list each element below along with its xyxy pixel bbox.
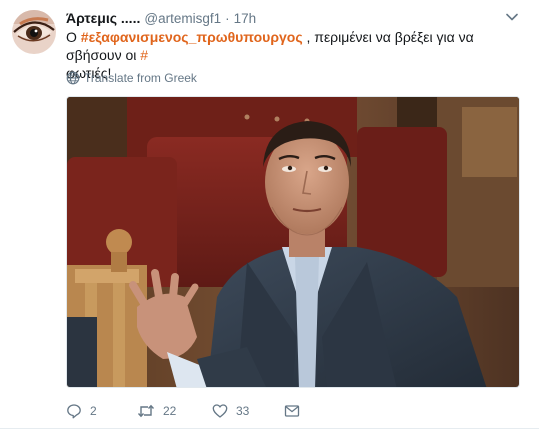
author-fullname[interactable]: Άρτεμις ..... [66,9,140,27]
hashtag-link[interactable]: #εξαφανισμενος_πρωθυπουργος [81,29,303,45]
translate-label: Translate from Greek [84,71,197,85]
separator-dot: · [225,11,230,26]
direct-message-button[interactable] [284,403,300,419]
trailing-hash[interactable]: # [140,47,148,63]
tweet: Άρτεμις ..... @artemisgf1 · 17h Ο #εξαφα… [0,0,539,429]
tweet-timestamp[interactable]: 17h [234,10,257,28]
retweet-icon [137,404,155,418]
chevron-down-icon[interactable] [504,9,520,25]
tweet-header: Άρτεμις ..... @artemisgf1 · 17h [66,9,256,27]
photo-image [67,97,519,387]
translate-link[interactable]: Translate from Greek [66,70,197,86]
reply-count: 2 [90,404,97,418]
reply-button[interactable]: 2 [66,403,137,419]
retweet-button[interactable]: 22 [137,403,212,419]
avatar-image [12,10,56,54]
like-count: 33 [236,404,250,418]
heart-icon [212,404,228,418]
tweet-text-prefix: Ο [66,29,81,45]
tweet-photo[interactable] [66,96,520,388]
retweet-count: 22 [163,404,177,418]
globe-icon [66,71,80,85]
avatar[interactable] [12,10,56,54]
reply-icon [67,404,81,419]
author-username[interactable]: @artemisgf1 [144,10,221,28]
like-button[interactable]: 33 [212,403,284,419]
envelope-icon [284,405,300,417]
tweet-actions: 2 22 33 [66,402,300,420]
